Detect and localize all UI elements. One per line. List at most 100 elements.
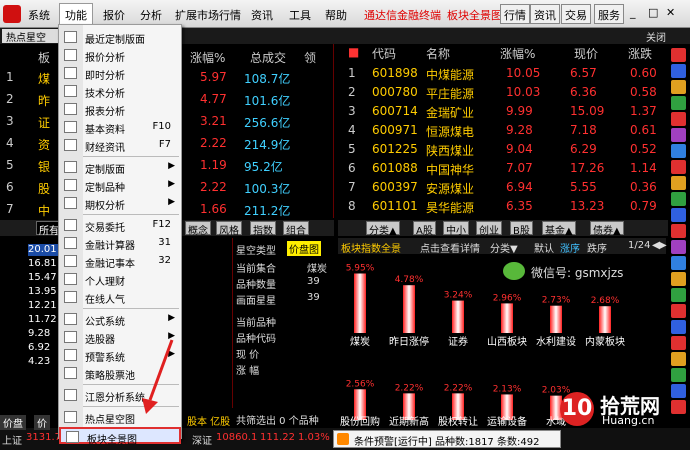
- sidebar-tool-icon[interactable]: [671, 192, 686, 206]
- category-label[interactable]: 近期新高: [389, 415, 429, 428]
- tab-sme[interactable]: 中小: [443, 221, 469, 237]
- btn-trade[interactable]: 交易: [561, 4, 591, 24]
- menu-tools[interactable]: 工具: [289, 7, 311, 23]
- col-header-price[interactable]: 现价: [574, 45, 598, 62]
- tab-index[interactable]: 指数: [250, 221, 276, 237]
- btn-service[interactable]: 服务: [594, 4, 624, 24]
- bar[interactable]: [354, 273, 366, 334]
- sidebar-tool-icon[interactable]: [671, 128, 686, 142]
- sidebar-tool-icon[interactable]: [671, 320, 686, 334]
- stock-name[interactable]: 平庄能源: [426, 85, 474, 102]
- bar[interactable]: [452, 300, 464, 333]
- sidebar-tool-icon[interactable]: [671, 224, 686, 238]
- sidebar-tool-icon[interactable]: [671, 352, 686, 366]
- stock-code[interactable]: 600397: [372, 180, 418, 194]
- menu-item[interactable]: 报表分析: [59, 101, 181, 118]
- category-label[interactable]: 证券: [448, 335, 468, 348]
- menu-item[interactable]: 板块全景图: [59, 427, 181, 446]
- sector-name[interactable]: 证: [38, 114, 50, 131]
- tab-fund[interactable]: 基金▲: [542, 221, 576, 237]
- col-header-leader[interactable]: 领: [304, 49, 316, 66]
- category-label[interactable]: 内蒙板块: [585, 335, 625, 348]
- stock-code[interactable]: 601898: [372, 66, 418, 80]
- menu-quote[interactable]: 报价: [103, 7, 125, 23]
- sidebar-tool-icon[interactable]: [671, 208, 686, 222]
- btn-news[interactable]: 资讯: [530, 4, 560, 24]
- tab-b-share[interactable]: B股: [510, 221, 533, 237]
- menu-item[interactable]: 期权分析 ▶: [59, 195, 181, 212]
- stock-code[interactable]: 600714: [372, 104, 418, 118]
- promo-sector-panorama[interactable]: 板块全景图: [447, 7, 502, 23]
- col-header-change[interactable]: 涨跌: [628, 45, 652, 62]
- tab-category[interactable]: 分类▲: [366, 221, 400, 237]
- menu-help[interactable]: 帮助: [325, 7, 347, 23]
- stock-code[interactable]: 600971: [372, 123, 418, 137]
- sector-name[interactable]: 银: [38, 158, 50, 175]
- stock-code[interactable]: 601101: [372, 199, 418, 213]
- close-view-button[interactable]: 关闭: [646, 29, 666, 44]
- bar[interactable]: [403, 285, 415, 333]
- tab-bond[interactable]: 债券▲: [590, 221, 624, 237]
- minimize-icon[interactable]: _: [630, 7, 641, 19]
- sidebar-tool-icon[interactable]: [671, 176, 686, 190]
- menu-item[interactable]: 公式系统 ▶: [59, 311, 181, 328]
- sector-name[interactable]: 中: [38, 202, 50, 219]
- price-chart-button[interactable]: 价盘图: [287, 241, 321, 256]
- category-label[interactable]: 山西板块: [487, 335, 527, 348]
- category-label[interactable]: 股份回购: [340, 415, 380, 428]
- menu-item[interactable]: 最近定制版面: [59, 29, 181, 46]
- tab-price-2[interactable]: 价: [34, 415, 50, 430]
- sidebar-tool-icon[interactable]: [671, 304, 686, 318]
- tab-a-share[interactable]: A股: [413, 221, 436, 237]
- sidebar-tool-icon[interactable]: [671, 288, 686, 302]
- category-label[interactable]: 水利建设: [536, 335, 576, 348]
- col-header-sector[interactable]: 板: [38, 49, 50, 66]
- sidebar-tool-icon[interactable]: [671, 96, 686, 110]
- menu-item[interactable]: 个人理财: [59, 271, 181, 288]
- sidebar-tool-icon[interactable]: [671, 272, 686, 286]
- menu-item[interactable]: 定制品种 ▶: [59, 177, 181, 194]
- tab-group[interactable]: 组合: [283, 221, 309, 237]
- col-header-volume[interactable]: 总成交: [250, 49, 286, 66]
- sidebar-tool-icon[interactable]: [671, 144, 686, 158]
- tab-hot-star[interactable]: 热点星空: [2, 29, 58, 44]
- menu-system[interactable]: 系统: [28, 7, 50, 23]
- menu-analysis[interactable]: 分析: [140, 7, 162, 23]
- stock-name[interactable]: 安源煤业: [426, 180, 474, 197]
- tab-chinext[interactable]: 创业: [476, 221, 502, 237]
- bar[interactable]: [501, 303, 513, 333]
- category-label[interactable]: 煤炭: [350, 335, 370, 348]
- stock-name[interactable]: 中煤能源: [426, 66, 474, 83]
- menu-item[interactable]: 报价分析: [59, 47, 181, 64]
- menu-item[interactable]: 财经资讯 F7: [59, 137, 181, 154]
- promo-terminal[interactable]: 通达信金融终端: [364, 7, 441, 23]
- menu-item[interactable]: 技术分析: [59, 83, 181, 100]
- sector-name[interactable]: 昨: [38, 92, 50, 109]
- sidebar-tool-icon[interactable]: [671, 336, 686, 350]
- sort-icon[interactable]: ■: [348, 45, 359, 59]
- tab-price-panel[interactable]: 价盘: [0, 415, 26, 430]
- menu-item[interactable]: 定制版面 ▶: [59, 159, 181, 176]
- sector-name[interactable]: 资: [38, 136, 50, 153]
- sidebar-tool-icon[interactable]: [671, 64, 686, 78]
- stock-code[interactable]: 601225: [372, 142, 418, 156]
- col-header-code[interactable]: 代码: [372, 45, 396, 62]
- stock-name[interactable]: 中国神华: [426, 161, 474, 178]
- col-header-name[interactable]: 名称: [426, 45, 450, 62]
- sidebar-tool-icon[interactable]: [671, 160, 686, 174]
- sidebar-tool-icon[interactable]: [671, 256, 686, 270]
- stock-name[interactable]: 昊华能源: [426, 199, 474, 216]
- sector-name[interactable]: 煤: [38, 70, 50, 87]
- bar[interactable]: [599, 306, 611, 333]
- sidebar-tool-icon[interactable]: [671, 80, 686, 94]
- stock-name[interactable]: 恒源煤电: [426, 123, 474, 140]
- bar[interactable]: [354, 389, 366, 420]
- stock-code[interactable]: 000780: [372, 85, 418, 99]
- menu-item[interactable]: 金融计算器 31: [59, 235, 181, 252]
- close-icon[interactable]: ✕: [666, 7, 677, 19]
- stock-name[interactable]: 金瑞矿业: [426, 104, 474, 121]
- category-label[interactable]: 股权转让: [438, 415, 478, 428]
- maximize-icon[interactable]: □: [648, 7, 659, 19]
- menu-item[interactable]: 金融记事本 32: [59, 253, 181, 270]
- menu-news[interactable]: 资讯: [251, 7, 273, 23]
